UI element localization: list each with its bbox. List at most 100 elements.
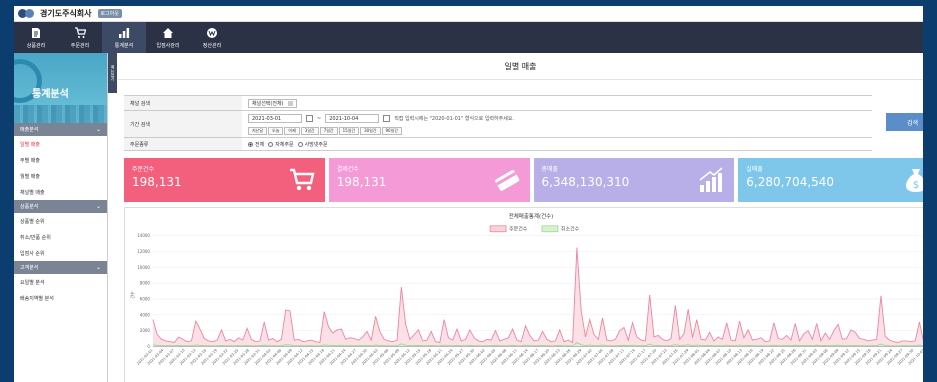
sidebar-item-daily-sales[interactable]: 일별 매출 (14, 136, 107, 152)
document-icon (32, 27, 40, 38)
legend-label-cancels: 취소건수 (561, 226, 580, 233)
quick-range-button[interactable]: 15일간 (338, 127, 360, 135)
radio-sabangnet[interactable]: 사방넷주문 (297, 141, 328, 148)
legend-swatch-cancels[interactable] (541, 225, 559, 233)
quick-range-button[interactable]: 90일간 (381, 127, 402, 135)
chart-title: 전체매출통계(건수) (509, 212, 554, 220)
nav-statistics[interactable]: 통계분석 (102, 22, 146, 53)
chevron-down-icon: ⌄ (95, 264, 101, 271)
card-order-count: 주문건수 198,131 (124, 158, 325, 202)
date-separator: ~ (317, 115, 322, 122)
card-net-sales: 실매출 6,280,704,540 $ (738, 158, 923, 202)
nav-label: 주문관리 (70, 42, 90, 49)
nav-label: 통계분석 (114, 42, 134, 49)
channel-select[interactable]: 채널선택(전체) (248, 99, 297, 108)
cart-icon (75, 26, 86, 38)
chart-grid (152, 235, 923, 347)
chart-series (152, 247, 923, 347)
chart-legend: 주문건수 취소건수 (489, 225, 580, 233)
y-axis-ticks: 02000400060008000100001200014000 (137, 233, 150, 349)
nav-label: 입점사관리 (156, 42, 180, 49)
y-tick-label: 6000 (140, 296, 151, 301)
quick-range-button[interactable]: 오늘 (268, 127, 284, 135)
sidebar-item-vendor-rank[interactable]: 입점사 순위 (14, 245, 107, 261)
top-bar: 경기도주식회사 로그아웃 (14, 6, 923, 22)
radio-all[interactable]: 전체 (248, 141, 264, 148)
nav-vendor[interactable]: 입점사관리 (146, 22, 190, 53)
nav-settlement[interactable]: 정산관리 (190, 22, 234, 53)
y-tick-label: 4000 (140, 312, 151, 317)
calendar-icon[interactable] (306, 115, 313, 122)
sidebar-section-customer[interactable]: 고객분석 ⌄ (14, 261, 107, 274)
date-from-input[interactable]: 2021-03-01 (248, 114, 302, 123)
select-caret-icon (287, 101, 293, 106)
chevron-down-icon: ⌄ (95, 126, 101, 133)
sales-chart: 전체매출통계(건수) 주문건수 취소건수 건수 0 2000 4000 6000 800… (124, 207, 923, 382)
sidebar-title: 통계분석 (32, 89, 69, 100)
card-icon (494, 170, 519, 191)
summary-cards: 주문건수 198,131 결제건수 198,131 총매출 6,348,130,… (124, 158, 923, 202)
sidebar: 통계분석 매출분석 ⌄ 일별 매출 주별 매출 월별 매출 채널별 매출 상품분석… (14, 53, 108, 382)
y-axis-label: 건수 (130, 291, 135, 299)
y-tick-label: 12000 (137, 249, 150, 254)
sidebar-item-monthly-sales[interactable]: 월별 매출 (14, 168, 107, 184)
radio-checked-icon (248, 142, 253, 147)
filter-label: 주문종류 (124, 138, 242, 150)
search-button[interactable]: 검색 (886, 113, 923, 131)
quick-range-button[interactable]: 어제 (284, 127, 300, 135)
filter-label: 채널 검색 (124, 96, 242, 110)
calendar-icon[interactable] (383, 115, 391, 122)
app-window: 경기도주식회사 로그아웃 상품관리 주문관리 통계분석 입점사관리 정산관리 통… (14, 6, 923, 382)
legend-swatch-orders[interactable] (489, 225, 507, 233)
quick-range-button[interactable]: 30일간 (360, 127, 381, 135)
quick-range-button[interactable]: 3일간 (300, 127, 319, 135)
company-name: 경기도주식회사 (40, 9, 92, 18)
quick-range-button[interactable]: 지난달 (248, 127, 268, 135)
filter-row-period: 기간 검색 2021-03-01 ~ 2021-10-04 직접 입력시에는 "… (124, 111, 872, 138)
sidebar-section-product[interactable]: 상품분석 ⌄ (14, 200, 107, 213)
sidebar-item-cancel-rank[interactable]: 취소/반품 순위 (14, 229, 107, 245)
sidebar-section-sales[interactable]: 매출분석 ⌄ (14, 123, 107, 136)
cart-icon (289, 168, 315, 191)
quick-range-buttons: 지난달 오늘 어제 3일간 7일간 15일간 30일간 90일간 (248, 127, 866, 135)
y-tick-label: 14000 (137, 233, 150, 238)
home-icon (163, 27, 173, 38)
chevron-down-icon: ⌄ (95, 203, 101, 210)
sidebar-header: 통계분석 (14, 53, 107, 123)
radio-icon (297, 142, 303, 147)
radio-own[interactable]: 자체주문 (268, 141, 294, 148)
line-chart: 전체매출통계(건수) 주문건수 취소건수 건수 0200040006000800… (130, 212, 923, 366)
nav-product[interactable]: 상품관리 (14, 22, 58, 53)
radio-icon (268, 142, 274, 147)
bar-chart-icon (119, 27, 130, 38)
sidebar-item-region[interactable]: 배송지역별 분석 (14, 290, 107, 306)
page-title: 일별 매출 (118, 53, 923, 80)
x-axis-ticks: 2021-03-012021-03-042021-03-072021-03-10… (136, 346, 923, 366)
company-logo[interactable] (18, 9, 34, 18)
main-nav: 상품관리 주문관리 통계분석 입점사관리 정산관리 (14, 22, 923, 53)
y-tick-label: 10000 (137, 265, 150, 270)
logout-button[interactable]: 로그아웃 (97, 9, 122, 18)
legend-label-orders: 주문건수 (509, 226, 528, 233)
svg-text:$: $ (913, 180, 919, 191)
date-to-input[interactable]: 2021-10-04 (325, 114, 380, 123)
sidebar-item-weekday[interactable]: 요일별 분석 (14, 274, 107, 290)
filter-table: 채널 검색 채널선택(전체) 기간 검색 2021-03-01 ~ 2021-1… (124, 95, 872, 151)
won-icon (207, 27, 217, 38)
quick-range-button[interactable]: 7일간 (319, 127, 338, 135)
sidebar-item-weekly-sales[interactable]: 주별 매출 (14, 152, 107, 168)
nav-label: 상품관리 (26, 42, 46, 49)
sidebar-toggle[interactable]: 메뉴접기 (108, 53, 117, 93)
money-bag-icon: $ (906, 169, 923, 192)
main-content: 일별 매출 채널 검색 채널선택(전체) 기간 검색 2021-03-01 ~ … (118, 53, 923, 382)
nav-label: 정산관리 (202, 42, 222, 49)
card-total-sales: 총매출 6,348,130,310 (533, 158, 735, 202)
sidebar-item-channel-sales[interactable]: 채널별 매출 (14, 184, 107, 200)
sidebar-item-product-rank[interactable]: 상품별 순위 (14, 213, 107, 229)
y-tick-label: 2000 (140, 328, 151, 333)
decorative-skyline (14, 105, 107, 123)
filter-row-channel: 채널 검색 채널선택(전체) (124, 96, 872, 111)
series-line-orders (152, 247, 923, 344)
date-hint: 직접 입력시에는 "2020-01-01" 형식으로 입력하주세요. (394, 116, 515, 122)
nav-order[interactable]: 주문관리 (58, 22, 102, 53)
